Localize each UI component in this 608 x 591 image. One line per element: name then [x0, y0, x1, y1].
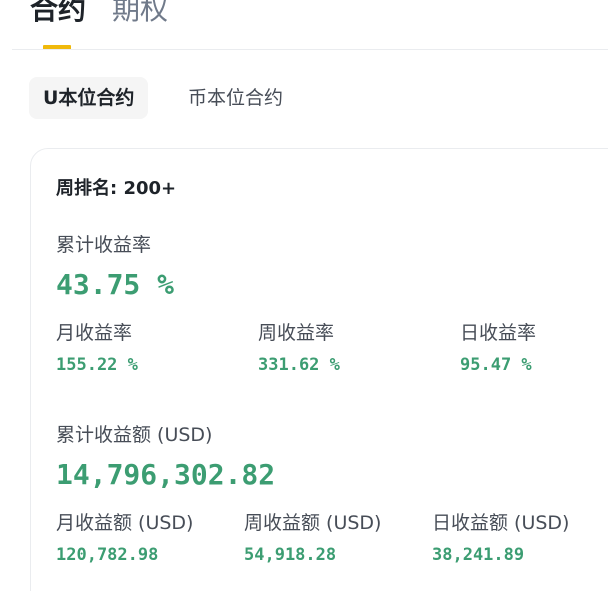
weekly-rank: 周排名: 200+ — [56, 178, 177, 199]
top-divider — [12, 49, 608, 50]
weekly-roi-label: 周收益率 — [258, 322, 335, 344]
daily-pnl-label: 日收益额 (USD) — [432, 512, 570, 534]
total-roi-value: 43.75 % — [56, 268, 175, 301]
total-pnl-value: 14,796,302.82 — [56, 458, 276, 491]
tab-futures[interactable]: 合约 — [30, 0, 86, 30]
weekly-roi-value: 331.62 % — [258, 355, 340, 375]
monthly-roi-label: 月收益率 — [56, 322, 133, 344]
weekly-pnl-value: 54,918.28 — [244, 545, 337, 565]
total-pnl-label: 累计收益额 (USD) — [56, 424, 213, 446]
tab-coinm-futures[interactable]: 币本位合约 — [188, 77, 283, 119]
monthly-roi-value: 155.22 % — [56, 355, 138, 375]
tab-usdm-futures[interactable]: U本位合约 — [29, 77, 149, 119]
monthly-pnl-label: 月收益额 (USD) — [56, 512, 194, 534]
weekly-pnl-label: 周收益额 (USD) — [244, 512, 382, 534]
tab-options[interactable]: 期权 — [112, 0, 168, 30]
top-tab-bar: 合约 期权 — [0, 0, 608, 50]
daily-roi-value: 95.47 % — [460, 355, 532, 375]
leaderboard-page: 合约 期权 U本位合约 币本位合约 周排名: 200+ 累计收益率 43.75 … — [0, 0, 608, 591]
daily-roi-label: 日收益率 — [460, 322, 537, 344]
daily-pnl-value: 38,241.89 — [432, 545, 525, 565]
total-roi-label: 累计收益率 — [56, 234, 152, 256]
monthly-pnl-value: 120,782.98 — [56, 545, 159, 565]
